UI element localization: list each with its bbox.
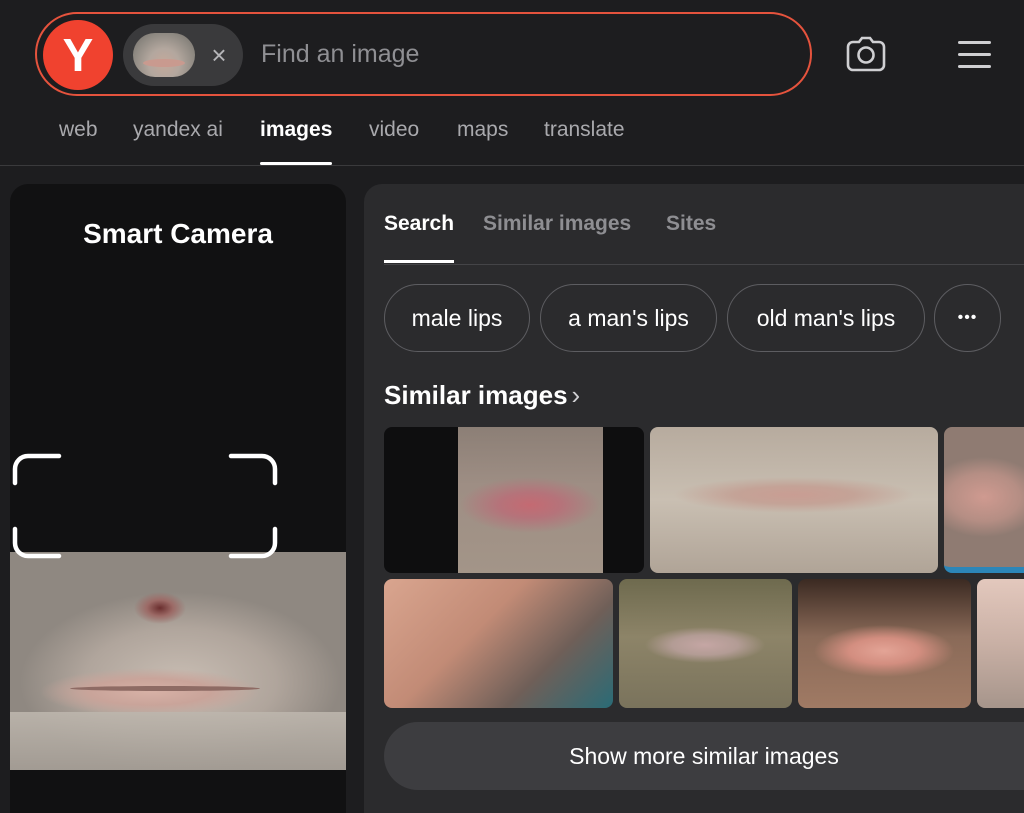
results-panel: Search Similar images Sites male lips a …: [364, 184, 1024, 813]
similar-image-6[interactable]: [798, 579, 971, 708]
similar-image-1[interactable]: [384, 427, 644, 573]
similar-image-5[interactable]: [619, 579, 792, 708]
close-icon[interactable]: ×: [203, 38, 235, 72]
similar-image-4[interactable]: [384, 579, 613, 708]
similar-images-heading-text: Similar images: [384, 380, 568, 410]
tag-old-mans-lips[interactable]: old man's lips: [727, 284, 925, 352]
tab-similar-images[interactable]: Similar images: [483, 212, 631, 236]
nav-item-yandex-ai[interactable]: yandex ai: [133, 118, 223, 164]
nav-item-web[interactable]: web: [59, 118, 98, 164]
similar-image-3[interactable]: [944, 427, 1024, 573]
search-bar[interactable]: Y ×: [35, 12, 812, 96]
nav-item-video[interactable]: video: [369, 118, 419, 164]
tab-sites[interactable]: Sites: [666, 212, 716, 236]
similar-image-7[interactable]: [977, 579, 1024, 708]
tag-a-mans-lips[interactable]: a man's lips: [540, 284, 717, 352]
yandex-logo[interactable]: Y: [43, 20, 113, 90]
nav-tabs: web yandex ai images video maps translat…: [0, 106, 1024, 166]
uploaded-photo: [10, 552, 346, 770]
nav-item-translate[interactable]: translate: [544, 118, 625, 164]
show-more-button[interactable]: Show more similar images: [384, 722, 1024, 790]
tab-search[interactable]: Search: [384, 212, 455, 263]
similar-image-2[interactable]: [650, 427, 938, 573]
nav-item-maps[interactable]: maps: [457, 118, 508, 164]
logo-letter: Y: [62, 29, 94, 81]
more-icon[interactable]: •••: [934, 284, 1001, 352]
nav-item-images[interactable]: images: [260, 118, 333, 165]
tabs-divider: [384, 264, 1024, 265]
query-image-thumbnail: [133, 33, 195, 77]
crop-selection-frame[interactable]: [12, 453, 279, 559]
similar-images-heading[interactable]: Similar images ›: [384, 380, 580, 411]
camera-icon[interactable]: [846, 35, 886, 73]
chevron-right-icon: ›: [571, 380, 581, 410]
tag-male-lips[interactable]: male lips: [384, 284, 530, 352]
query-image-chip[interactable]: ×: [123, 24, 243, 86]
menu-icon[interactable]: [958, 41, 992, 69]
smart-camera-title: Smart Camera: [83, 218, 273, 249]
search-input[interactable]: [261, 34, 781, 74]
